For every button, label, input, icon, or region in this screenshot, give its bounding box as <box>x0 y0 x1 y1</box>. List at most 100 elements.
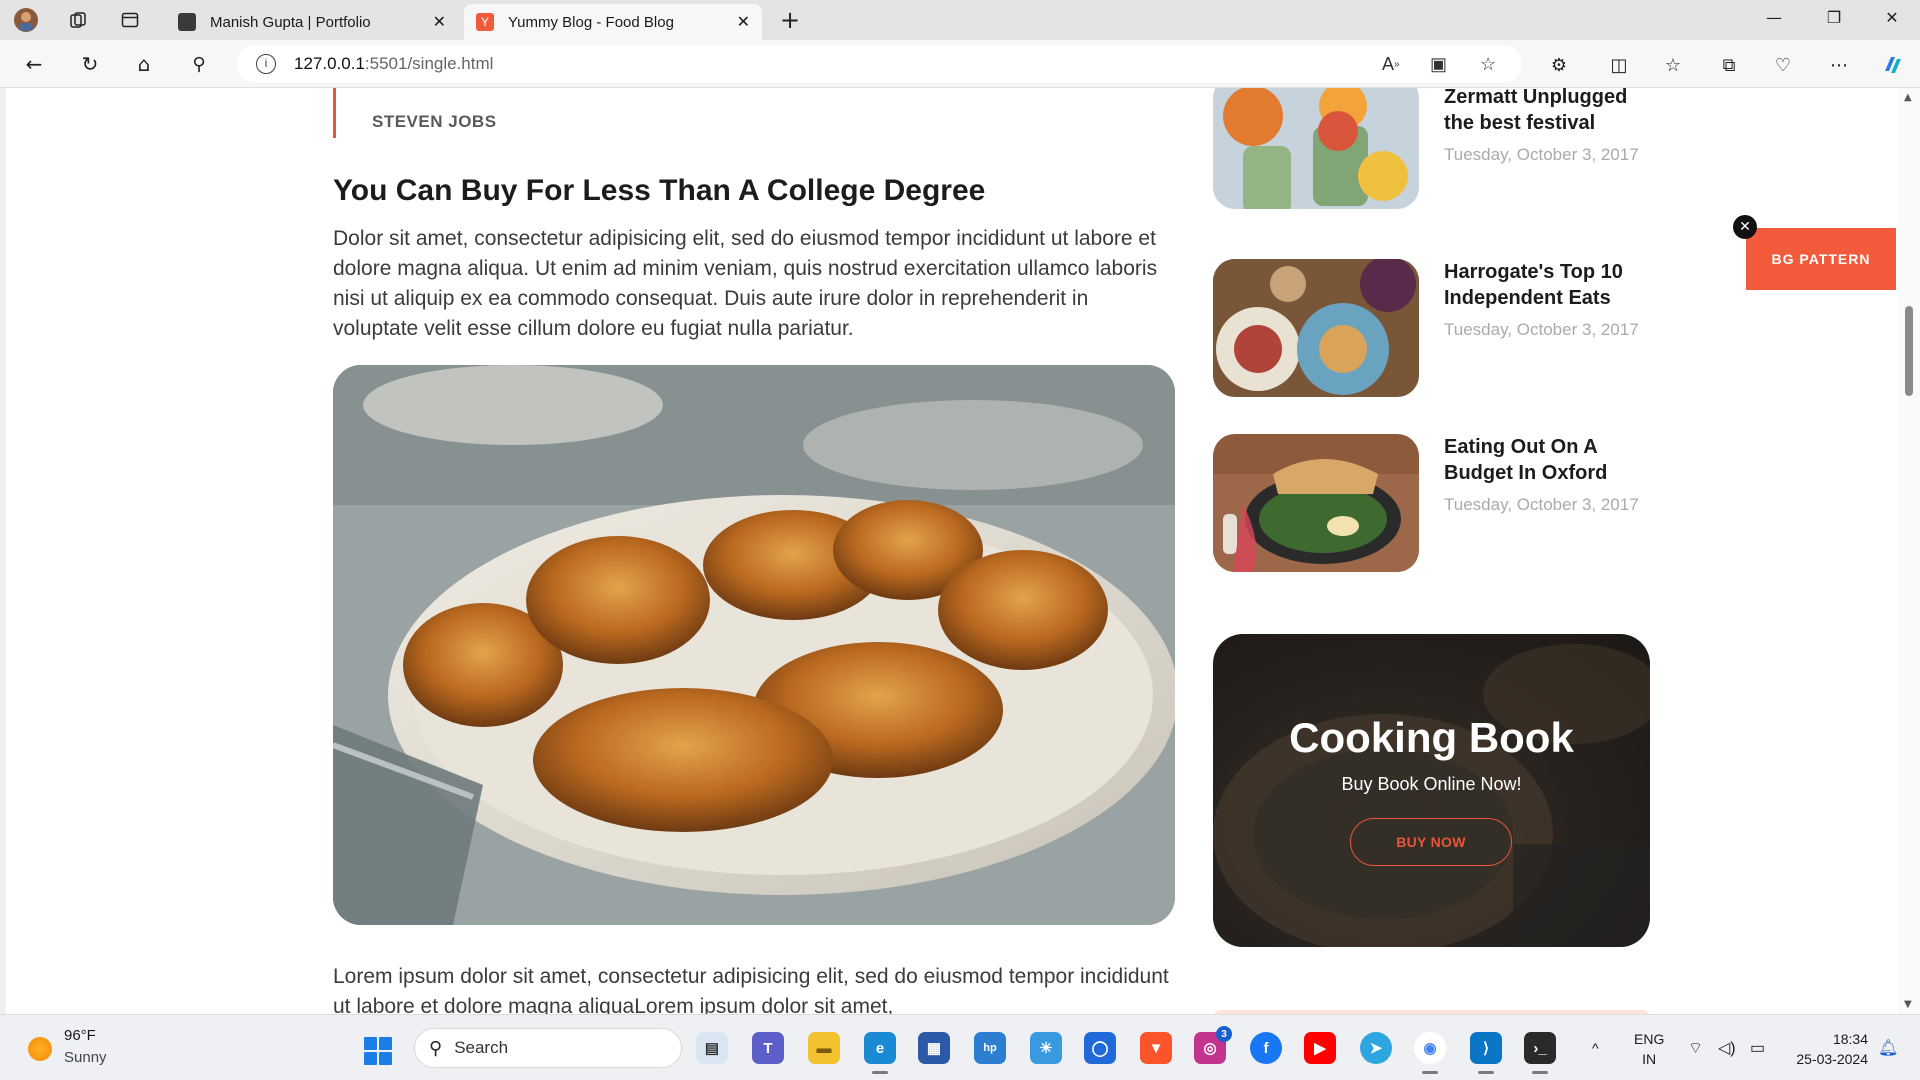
store-icon[interactable]: ▦ <box>918 1032 950 1064</box>
croissant-plate-image <box>333 365 1175 925</box>
weather-app-icon[interactable]: ☀ <box>1030 1032 1062 1064</box>
taskbar: 96°F Sunny ⚲ Search ▤ T ▬ e ▦ hp ☀ ◯ ▼ ◎… <box>0 1014 1920 1080</box>
language-code: ENG <box>1634 1031 1665 1047</box>
sidebar-post-date: Tuesday, October 3, 2017 <box>1444 145 1639 164</box>
sidebar-post-date: Tuesday, October 3, 2017 <box>1444 320 1639 339</box>
post-thumbnail[interactable] <box>1213 434 1419 572</box>
search-placeholder: Search <box>454 1038 509 1057</box>
instagram-icon[interactable]: ◎ 3 <box>1194 1026 1232 1064</box>
favorites-icon[interactable]: ☆ <box>1660 52 1686 78</box>
post-paragraph: Dolor sit amet, consectetur adipisicing … <box>333 227 1158 340</box>
minimize-icon[interactable]: — <box>1762 8 1786 27</box>
teams-icon[interactable]: T <box>752 1032 784 1064</box>
tab-bar: Manish Gupta | Portfolio ✕ Y Yummy Blog … <box>0 0 1920 40</box>
page-scrollbar[interactable]: ▲ ▼ <box>1898 88 1920 1014</box>
windows-logo-icon <box>364 1037 377 1050</box>
portfolio-favicon-icon <box>178 13 196 31</box>
refresh-icon[interactable]: ↻ <box>76 50 104 78</box>
tab-title: Manish Gupta | Portfolio <box>210 13 371 31</box>
wifi-icon[interactable]: ⌔ <box>1688 1015 1703 1080</box>
address-bar-row: ← ↻ ⌂ ⚲ i 127.0.0.1:5501/single.html A» … <box>0 40 1920 88</box>
sidebar-post[interactable]: Harrogate's Top 10 Independent Eats Tues… <box>1213 259 1653 399</box>
blockquote-accent-bar <box>333 88 336 138</box>
sun-icon[interactable] <box>28 1037 52 1061</box>
show-hidden-icons[interactable]: ^ <box>1592 1015 1599 1080</box>
battery-icon[interactable]: ▭ <box>1750 1015 1765 1080</box>
scroll-up-icon[interactable]: ▲ <box>1904 92 1912 103</box>
search-icon[interactable]: ⚲ <box>185 50 213 78</box>
close-window-icon[interactable]: ✕ <box>1880 8 1904 27</box>
post-thumbnail[interactable] <box>1213 88 1419 209</box>
sidebar-post-title[interactable]: Harrogate's Top 10 Independent Eats <box>1444 259 1654 311</box>
volume-icon[interactable]: ◁) <box>1718 1015 1736 1080</box>
clock[interactable]: 18:34 25-03-2024 <box>1786 1029 1868 1069</box>
chrome-icon[interactable]: ◉ <box>1414 1032 1446 1074</box>
close-icon[interactable]: ✕ <box>1733 215 1757 239</box>
start-button[interactable] <box>364 1037 392 1065</box>
tab-yummy-blog[interactable]: Y Yummy Blog - Food Blog ✕ <box>464 4 762 40</box>
sidebar-post[interactable]: Zermatt Unplugged the best festival Tues… <box>1213 88 1653 228</box>
home-icon[interactable]: ⌂ <box>130 50 158 78</box>
cortana-icon[interactable]: ◯ <box>1084 1032 1116 1064</box>
buy-now-button[interactable]: BUY NOW <box>1350 818 1512 866</box>
facebook-icon[interactable]: f <box>1250 1032 1282 1064</box>
sidebar-post-title[interactable]: Eating Out On A Budget In Oxford <box>1444 434 1654 486</box>
weather-condition[interactable]: Sunny <box>64 1049 107 1066</box>
quote-author: STEVEN JOBS <box>372 112 497 131</box>
immersive-reader-icon[interactable]: ▣ <box>1430 45 1447 83</box>
cooking-book-subtitle: Buy Book Online Now! <box>1341 774 1522 794</box>
tab-portfolio[interactable]: Manish Gupta | Portfolio ✕ <box>166 4 458 40</box>
sidebar-post-date: Tuesday, October 3, 2017 <box>1444 495 1639 514</box>
language-indicator[interactable]: ENG IN <box>1634 1029 1664 1069</box>
tab-title: Yummy Blog - Food Blog <box>508 13 674 31</box>
edge-icon[interactable]: e <box>864 1032 896 1074</box>
task-view-icon[interactable]: ▤ <box>696 1032 728 1064</box>
url-host: 127.0.0.1 <box>294 54 365 73</box>
post-heading: You Can Buy For Less Than A College Degr… <box>333 174 986 207</box>
cooking-book-title: Cooking Book <box>1289 714 1574 761</box>
sidebar-post[interactable]: Eating Out On A Budget In Oxford Tuesday… <box>1213 434 1653 574</box>
yummy-favicon-icon: Y <box>476 13 494 31</box>
brave-icon[interactable]: ▼ <box>1140 1032 1172 1064</box>
bg-pattern-button[interactable]: BG PATTERN <box>1746 228 1896 290</box>
url-input[interactable]: i 127.0.0.1:5501/single.html A» ▣ ☆ <box>236 45 1522 83</box>
sidebar-post-title[interactable]: Zermatt Unplugged the best festival <box>1444 88 1654 136</box>
copilot-icon[interactable] <box>1880 52 1906 78</box>
cooking-book-card: Cooking Book Buy Book Online Now! BUY NO… <box>1213 634 1650 947</box>
date: 25-03-2024 <box>1796 1051 1868 1067</box>
weather-temperature[interactable]: 96°F <box>64 1027 96 1044</box>
taskbar-search[interactable]: ⚲ Search <box>414 1028 682 1068</box>
region-code: IN <box>1642 1051 1657 1067</box>
search-icon: ⚲ <box>429 1037 443 1058</box>
vscode-icon[interactable]: ⟩ <box>1470 1032 1502 1074</box>
scroll-down-icon[interactable]: ▼ <box>1904 999 1912 1010</box>
close-tab-icon[interactable]: ✕ <box>737 12 750 32</box>
close-tab-icon[interactable]: ✕ <box>433 12 446 32</box>
notification-badge: 3 <box>1216 1026 1232 1042</box>
url-path: :5501/single.html <box>364 54 494 73</box>
favorite-star-icon[interactable]: ☆ <box>1480 45 1496 83</box>
notification-bell-icon[interactable]: 🔔︎ <box>1878 1015 1898 1080</box>
page-viewport: STEVEN JOBS You Can Buy For Less Than A … <box>0 88 1920 1014</box>
scrollbar-thumb[interactable] <box>1905 306 1913 396</box>
browser-essentials-icon[interactable]: ♡ <box>1770 52 1796 78</box>
more-options-icon[interactable]: ⋯ <box>1826 52 1852 78</box>
new-tab-icon[interactable]: + <box>776 6 804 34</box>
extensions-icon[interactable]: ⚙ <box>1546 52 1572 78</box>
youtube-icon[interactable]: ▶ <box>1304 1032 1336 1064</box>
read-aloud-icon[interactable]: A» <box>1382 45 1400 83</box>
site-info-icon[interactable]: i <box>256 54 276 74</box>
collections-icon[interactable]: ⧉ <box>1716 52 1742 78</box>
telegram-icon[interactable]: ➤ <box>1360 1032 1392 1064</box>
time: 18:34 <box>1832 1031 1868 1047</box>
post-thumbnail[interactable] <box>1213 259 1419 397</box>
myhp-icon[interactable]: hp <box>974 1032 1006 1064</box>
file-explorer-icon[interactable]: ▬ <box>808 1032 840 1064</box>
split-screen-icon[interactable]: ◫ <box>1606 52 1632 78</box>
tab-actions-icon[interactable] <box>116 6 144 34</box>
workspaces-icon[interactable] <box>64 6 92 34</box>
profile-avatar-icon[interactable] <box>12 6 40 34</box>
restore-icon[interactable]: ❐ <box>1822 8 1846 27</box>
terminal-icon[interactable]: ›_ <box>1524 1032 1556 1074</box>
back-icon[interactable]: ← <box>20 50 48 78</box>
